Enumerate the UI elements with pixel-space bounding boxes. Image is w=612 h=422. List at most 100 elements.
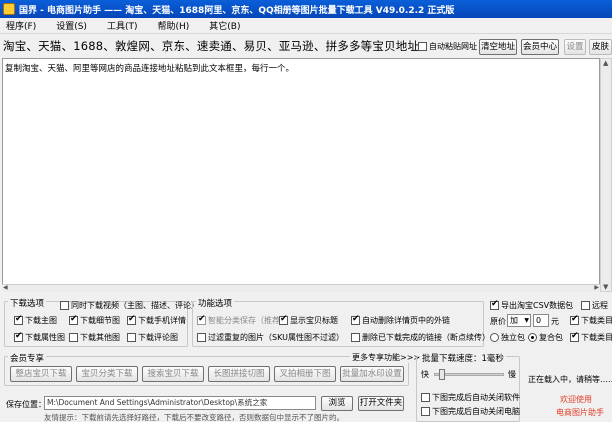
filter-duplicates-option[interactable]: 过滤重复的图片（SKU属性图不过滤） bbox=[197, 332, 344, 343]
download-video-label: 同时下载视频（主图、描述、评论） bbox=[71, 301, 199, 310]
auto-close-software-option[interactable]: 下图完成后自动关闭软件 bbox=[421, 392, 520, 403]
auto-shutdown-option[interactable]: 下图完成后自动关闭电脑 bbox=[421, 406, 520, 417]
category-download-button[interactable]: 宝贝分类下载 bbox=[76, 366, 138, 382]
radio-independent[interactable] bbox=[490, 333, 499, 342]
download-extra-label: 下载类目 bbox=[581, 333, 612, 342]
menu-program[interactable]: 程序(F) bbox=[0, 19, 42, 32]
show-title-label: 显示宝贝标题 bbox=[290, 316, 338, 325]
delete-done-links-option[interactable]: 删除已下载完成的链接（断点续传） bbox=[351, 332, 490, 343]
download-other-image-label: 下载其他图 bbox=[80, 333, 120, 342]
auto-paste-label: 自动粘贴网址 bbox=[429, 42, 477, 51]
delete-done-links-label: 删除已下载完成的链接（断点续传） bbox=[362, 333, 490, 342]
remote-label: 远程 bbox=[592, 301, 608, 310]
remove-links-option[interactable]: 自动删除详情页中的外链 bbox=[351, 314, 450, 326]
speed-slider-thumb[interactable] bbox=[439, 369, 446, 380]
download-main-image-option[interactable]: 下载主图 bbox=[14, 314, 57, 326]
price-value: 0 bbox=[536, 316, 542, 325]
menu-other[interactable]: 其它(B) bbox=[203, 19, 246, 32]
scroll-right-icon[interactable]: ▶ bbox=[594, 284, 599, 291]
download-other-image-checkbox[interactable] bbox=[69, 333, 78, 342]
member-center-button[interactable]: 会员中心 bbox=[521, 39, 559, 55]
smart-save-checkbox[interactable] bbox=[197, 314, 206, 325]
download-attr-image-label: 下载属性图 bbox=[25, 333, 65, 342]
horizontal-scrollbar[interactable]: ◀ ▶ bbox=[2, 284, 600, 292]
skin-button[interactable]: 皮肤 bbox=[589, 39, 612, 55]
speed-fast-label: 快 bbox=[421, 370, 429, 379]
search-download-button[interactable]: 搜索宝贝下载 bbox=[142, 366, 204, 382]
auto-close-software-label: 下图完成后自动关闭软件 bbox=[432, 393, 520, 402]
price-label: 原价 bbox=[490, 317, 506, 326]
app-icon bbox=[3, 3, 15, 15]
auto-paste-option[interactable]: 自动粘贴网址 bbox=[418, 41, 477, 52]
menu-tools[interactable]: 工具(T) bbox=[101, 19, 144, 32]
export-csv-label: 导出淘宝CSV数据包 bbox=[501, 301, 574, 310]
browse-button[interactable]: 浏览 bbox=[321, 396, 353, 411]
download-attr-image-checkbox[interactable] bbox=[14, 331, 23, 342]
price-op-value: 加 bbox=[510, 316, 518, 325]
download-mobile-detail-option[interactable]: 下载手机详情 bbox=[127, 314, 186, 326]
radio-independent-label: 独立包 bbox=[501, 333, 525, 342]
save-location-label: 保存位置： bbox=[6, 400, 46, 409]
delete-done-links-checkbox[interactable] bbox=[351, 333, 360, 342]
speed-slow-label: 慢 bbox=[508, 370, 516, 379]
download-main-image-checkbox[interactable] bbox=[14, 314, 23, 325]
download-options-title: 下载选项 bbox=[8, 297, 47, 309]
url-placeholder: 复制淘宝、天猫、阿里等网店的商品连接地址粘贴到此文本框里，每行一个。 bbox=[5, 64, 295, 74]
radio-combined-label: 复合包 bbox=[539, 333, 563, 342]
export-csv-checkbox[interactable] bbox=[490, 299, 499, 310]
album-download-button[interactable]: 叉拍相册下图 bbox=[274, 366, 336, 382]
window-title: 国界 - 电商图片助手 —— 淘宝、天猫、1688阿里、京东、QQ相册等图片批量… bbox=[19, 5, 455, 16]
function-options-title: 功能选项 bbox=[196, 297, 235, 309]
shop-download-button[interactable]: 整店宝贝下载 bbox=[10, 366, 72, 382]
remote-checkbox[interactable] bbox=[581, 301, 590, 310]
auto-paste-checkbox[interactable] bbox=[418, 42, 427, 51]
open-folder-button[interactable]: 打开文件夹 bbox=[358, 396, 404, 411]
download-mobile-detail-checkbox[interactable] bbox=[127, 314, 136, 325]
download-video-checkbox[interactable] bbox=[60, 301, 69, 310]
download-review-image-option[interactable]: 下载评论图 bbox=[127, 332, 178, 343]
radio-combined[interactable] bbox=[528, 333, 537, 342]
menu-settings[interactable]: 设置(S) bbox=[50, 19, 93, 32]
menu-bar: 程序(F) 设置(S) 工具(T) 帮助(H) 其它(B) bbox=[0, 18, 612, 34]
scroll-left-icon[interactable]: ◀ bbox=[3, 284, 8, 291]
price-value-input[interactable]: 0 bbox=[533, 314, 549, 327]
download-other-image-option[interactable]: 下载其他图 bbox=[69, 332, 120, 343]
download-detail-image-option[interactable]: 下载细节图 bbox=[69, 314, 120, 326]
download-extra-option[interactable]: 下载类目 bbox=[570, 331, 612, 343]
download-category-checkbox[interactable] bbox=[570, 314, 579, 325]
auto-shutdown-checkbox[interactable] bbox=[421, 407, 430, 416]
watermark-settings-button[interactable]: 批量加水印设置 bbox=[340, 366, 404, 382]
auto-close-software-checkbox[interactable] bbox=[421, 393, 430, 402]
export-csv-option[interactable]: 导出淘宝CSV数据包 bbox=[490, 299, 574, 311]
radio-independent-option[interactable]: 独立包 bbox=[490, 332, 525, 343]
title-bar: 国界 - 电商图片助手 —— 淘宝、天猫、1688阿里、京东、QQ相册等图片批量… bbox=[0, 0, 612, 18]
scroll-down-icon[interactable]: ▼ bbox=[603, 283, 608, 291]
url-input-area[interactable]: 复制淘宝、天猫、阿里等网店的商品连接地址粘贴到此文本框里，每行一个。 bbox=[2, 58, 600, 292]
download-attr-image-option[interactable]: 下载属性图 bbox=[14, 331, 65, 343]
settings-button[interactable]: 设置 bbox=[564, 39, 586, 55]
smart-save-option[interactable]: 智能分类保存（推荐） bbox=[197, 314, 288, 326]
show-title-checkbox[interactable] bbox=[279, 314, 288, 325]
filter-duplicates-checkbox[interactable] bbox=[197, 333, 206, 342]
radio-combined-option[interactable]: 复合包 bbox=[528, 332, 563, 343]
remove-links-checkbox[interactable] bbox=[351, 314, 360, 325]
save-path-input[interactable]: M:\Document And Settings\Administrator\D… bbox=[44, 396, 316, 410]
download-category-option[interactable]: 下载类目 bbox=[570, 314, 612, 326]
speed-title: 批量下载速度：1毫秒 bbox=[420, 352, 506, 364]
download-detail-image-checkbox[interactable] bbox=[69, 314, 78, 325]
download-review-image-checkbox[interactable] bbox=[127, 333, 136, 342]
clear-address-button[interactable]: 清空地址 bbox=[479, 39, 517, 55]
download-extra-checkbox[interactable] bbox=[570, 331, 579, 342]
menu-help[interactable]: 帮助(H) bbox=[151, 19, 195, 32]
price-op-select[interactable]: 加 ▼ bbox=[507, 314, 531, 327]
scroll-up-icon[interactable]: ▲ bbox=[603, 59, 608, 67]
more-features-link[interactable]: 更多专享功能>>> bbox=[350, 352, 423, 363]
long-image-button[interactable]: 长图拼接切图 bbox=[208, 366, 270, 382]
vertical-scrollbar[interactable]: ▲ ▼ bbox=[600, 58, 612, 292]
download-video-option[interactable]: 同时下载视频（主图、描述、评论） bbox=[60, 300, 199, 311]
download-detail-image-label: 下载细节图 bbox=[80, 316, 120, 325]
loading-status: 正在载入中，请稍等…… bbox=[528, 375, 612, 384]
download-mobile-detail-label: 下载手机详情 bbox=[138, 316, 186, 325]
remote-option[interactable]: 远程 bbox=[581, 300, 608, 311]
show-title-option[interactable]: 显示宝贝标题 bbox=[279, 314, 338, 326]
